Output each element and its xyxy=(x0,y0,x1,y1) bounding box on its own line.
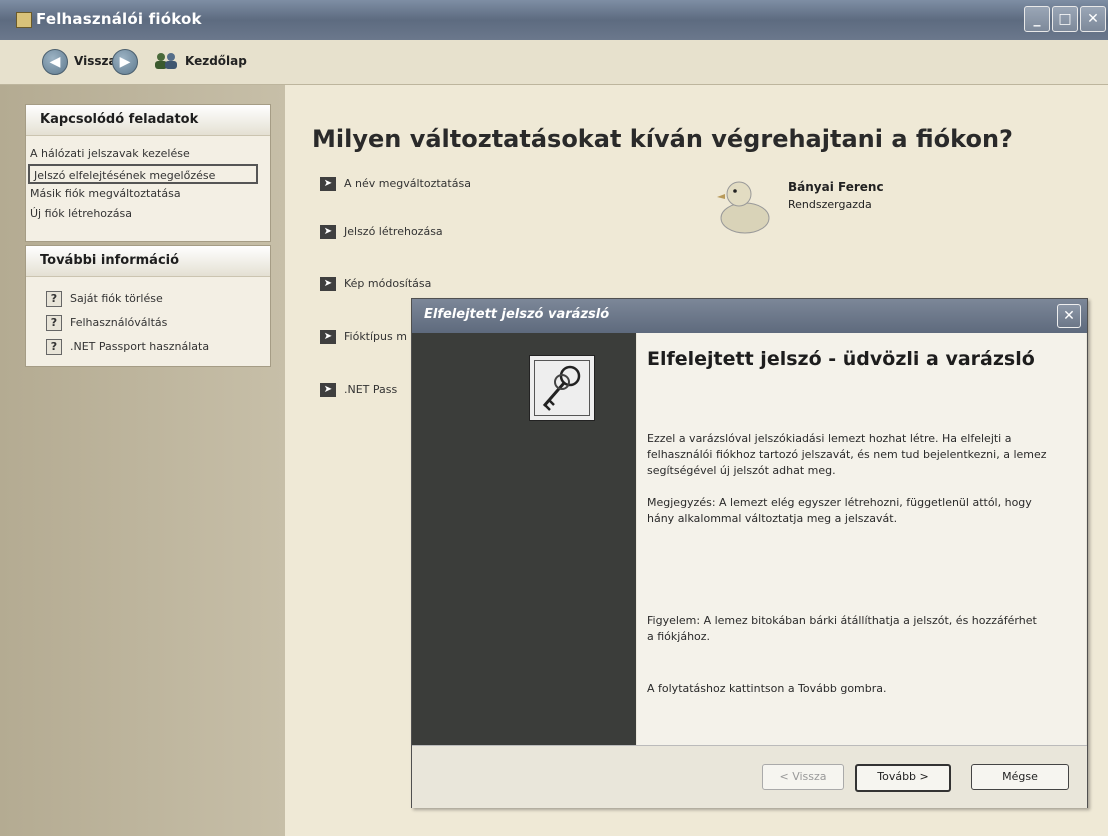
action-change-name[interactable]: ➤ A név megváltoztatása xyxy=(320,174,471,194)
arrow-right-icon: ➤ xyxy=(320,277,336,291)
sidebar-item-network-passwords[interactable]: A hálózati jelszavak kezelése xyxy=(26,144,270,164)
wizard-title: Elfelejtett jelszó varázsló xyxy=(424,307,610,322)
window-title: Felhasználói fiókok xyxy=(36,10,202,28)
sidebar-item-label: .NET Passport használata xyxy=(70,340,210,353)
user-name: Bányai Ferenc xyxy=(788,180,884,194)
action-label: Kép módosítása xyxy=(344,277,432,290)
related-tasks-panel: Kapcsolódó feladatok A hálózati jelszava… xyxy=(25,104,271,242)
sidebar-item-change-other-account[interactable]: Másik fiók megváltoztatása xyxy=(26,184,270,204)
forward-arrow-icon[interactable]: ▶ xyxy=(112,49,138,75)
forgotten-password-wizard: Elfelejtett jelszó varázsló ✕ Elfelejtet… xyxy=(411,298,1088,808)
action-net-passport[interactable]: ➤ .NET Pass xyxy=(320,380,397,400)
wizard-back-button[interactable]: < Vissza xyxy=(762,764,844,790)
wizard-continue-text: A folytatáshoz kattintson a Tovább gombr… xyxy=(647,682,887,695)
home-users-icon[interactable] xyxy=(153,51,179,71)
sidebar-item-delete-account[interactable]: ? Saját fiók törlése xyxy=(26,287,270,311)
user-accounts-icon xyxy=(16,12,32,28)
wizard-warning-text: Figyelem: A lemez bitokában bárki átállí… xyxy=(647,614,1037,643)
action-change-account-type[interactable]: ➤ Fióktípus m xyxy=(320,327,407,347)
wizard-side-panel xyxy=(412,333,636,745)
task-pane: Kapcsolódó feladatok A hálózati jelszava… xyxy=(0,85,285,836)
arrow-right-icon: ➤ xyxy=(320,225,336,239)
wizard-close-button[interactable]: ✕ xyxy=(1057,304,1081,328)
more-info-panel: További információ ? Saját fiók törlése ?… xyxy=(25,245,271,367)
arrow-right-icon: ➤ xyxy=(320,330,336,344)
wizard-next-button[interactable]: Tovább > xyxy=(855,764,951,792)
wizard-button-bar: < Vissza Tovább > Mégse xyxy=(412,745,1087,808)
arrow-right-icon: ➤ xyxy=(320,383,336,397)
back-button-label[interactable]: Vissza xyxy=(74,54,117,68)
duck-avatar-icon xyxy=(717,181,770,234)
sidebar-item-switch-user[interactable]: ? Felhasználóváltás xyxy=(26,311,270,335)
help-icon: ? xyxy=(46,339,62,355)
sidebar-item-label: Saját fiók törlése xyxy=(70,292,163,305)
action-create-password[interactable]: ➤ Jelszó létrehozása xyxy=(320,222,443,242)
page-title: Milyen változtatásokat kíván végrehajtan… xyxy=(312,125,1013,153)
wizard-body: Elfelejtett jelszó - üdvözli a varázsló … xyxy=(637,333,1086,745)
keys-icon xyxy=(529,355,595,421)
action-label: Jelszó létrehozása xyxy=(344,225,443,238)
related-tasks-header[interactable]: Kapcsolódó feladatok xyxy=(26,105,270,136)
maximize-button[interactable]: □ xyxy=(1052,6,1078,32)
action-label: .NET Pass xyxy=(344,383,398,396)
sidebar-item-prevent-forgotten-password[interactable]: Jelszó elfelejtésének megelőzése xyxy=(28,164,258,184)
sidebar-item-create-account[interactable]: Új fiók létrehozása xyxy=(26,204,270,224)
more-info-header[interactable]: További információ xyxy=(26,246,270,277)
minimize-button[interactable]: _ xyxy=(1024,6,1050,32)
action-label: Fióktípus m xyxy=(344,330,407,343)
close-button[interactable]: ✕ xyxy=(1080,6,1106,32)
user-role: Rendszergazda xyxy=(788,198,872,211)
navigation-toolbar: ◀ Vissza ▶ Kezdőlap xyxy=(0,40,1108,85)
help-icon: ? xyxy=(46,315,62,331)
user-card: Bányai Ferenc Rendszergazda xyxy=(715,172,915,242)
wizard-cancel-button[interactable]: Mégse xyxy=(971,764,1069,790)
arrow-right-icon: ➤ xyxy=(320,177,336,191)
wizard-titlebar[interactable]: Elfelejtett jelszó varázsló ✕ xyxy=(412,299,1087,333)
wizard-intro-text: Ezzel a varázslóval jelszókiadási lemezt… xyxy=(647,432,1047,477)
back-arrow-icon[interactable]: ◀ xyxy=(42,49,68,75)
window-titlebar: Felhasználói fiókok _ □ ✕ xyxy=(0,0,1108,40)
wizard-heading: Elfelejtett jelszó - üdvözli a varázsló xyxy=(647,348,1035,370)
help-icon: ? xyxy=(46,291,62,307)
action-label: A név megváltoztatása xyxy=(344,177,471,190)
sidebar-item-net-passport[interactable]: ? .NET Passport használata xyxy=(26,335,270,359)
home-button-label[interactable]: Kezdőlap xyxy=(185,54,247,68)
action-change-picture[interactable]: ➤ Kép módosítása xyxy=(320,274,431,294)
wizard-note-text: Megjegyzés: A lemezt elég egyszer létreh… xyxy=(647,496,1032,525)
sidebar-item-label: Felhasználóváltás xyxy=(70,316,168,329)
